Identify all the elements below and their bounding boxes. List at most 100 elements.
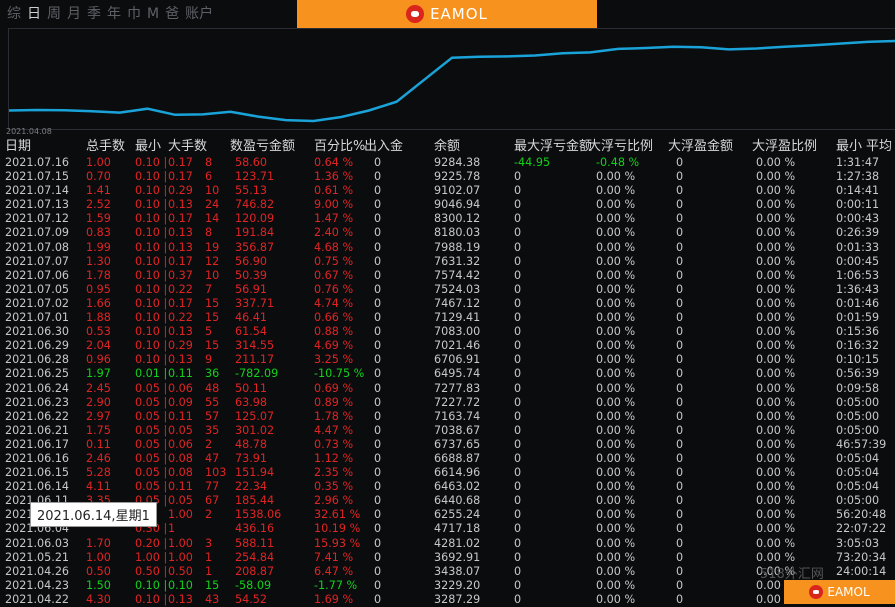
period-tab-0[interactable]: 综 xyxy=(4,4,24,24)
table-row[interactable]: 2021.07.14 1.41 0.10 | 0.29 10 55.13 0.61 % 0 91… xyxy=(0,184,895,198)
cell-1: 0.70 xyxy=(86,170,111,184)
table-row[interactable]: 2021.07.05 0.95 0.10 | 0.22 7 56.91 0.76 % 0 752… xyxy=(0,283,895,297)
table-row[interactable]: 2021.07.09 0.83 0.10 | 0.13 8 191.84 2.40 % 0 81… xyxy=(0,226,895,240)
cell-5: 73.91 xyxy=(235,451,268,465)
cell-12: 0.00 % xyxy=(756,296,796,310)
cell-11: 0 xyxy=(676,254,684,268)
cell-9: 0 xyxy=(514,522,522,536)
cell-8: 7631.32 xyxy=(434,254,481,268)
cell-6: 0.88 % xyxy=(314,325,354,339)
table-row[interactable]: 2021.06.29 2.04 0.10 | 0.29 15 314.55 4.69 % 0 7… xyxy=(0,339,895,353)
cell-10: 0.00 % xyxy=(596,508,636,522)
cell-0: 2021.07.16 xyxy=(5,156,70,169)
cell-8: 3287.29 xyxy=(434,592,481,606)
cell-5: 185.44 xyxy=(235,494,275,508)
period-tab-9[interactable]: 账户 xyxy=(182,4,216,24)
table-row[interactable]: 2021.07.15 0.70 0.10 | 0.17 6 123.71 1.36 % 0 92… xyxy=(0,170,895,184)
table-row[interactable]: 2021.06.30 0.53 0.10 | 0.13 5 61.54 0.88 % 0 708… xyxy=(0,325,895,339)
cell-2: 0.10 | xyxy=(135,240,168,254)
table-row[interactable]: 2021.06.23 2.90 0.05 | 0.09 55 63.98 0.89 % 0 72… xyxy=(0,396,895,410)
cell-1: 2.97 xyxy=(86,409,111,423)
cell-12: 0.00 % xyxy=(756,353,796,367)
table-row[interactable]: 2021.06.14 4.11 0.05 | 0.11 77 22.34 0.35 % 0 64… xyxy=(0,480,895,494)
col-header-11[interactable]: 大浮盈比例 xyxy=(752,139,817,155)
cell-7: 0 xyxy=(374,437,382,451)
table-row[interactable]: 2021.06.03 1.70 0.20 | 1.00 3 588.11 15.93 % 0 4… xyxy=(0,537,895,551)
col-header-1[interactable]: 总手数 xyxy=(86,139,125,155)
cell-0: 2021.07.06 xyxy=(5,268,70,282)
equity-chart[interactable] xyxy=(8,28,895,130)
table-row[interactable]: 2021.06.16 2.46 0.05 | 0.08 47 73.91 1.12 % 0 66… xyxy=(0,452,895,466)
cell-6: 3.25 % xyxy=(314,353,354,367)
col-header-3[interactable]: 大手数 xyxy=(168,139,207,155)
cell-2: 0.10 | xyxy=(135,311,168,325)
period-tab-5[interactable]: 年 xyxy=(104,4,124,24)
table-row[interactable]: 2021.07.08 1.99 0.10 | 0.13 19 356.87 4.68 % 0 7… xyxy=(0,241,895,255)
table-row[interactable]: 2021.06.15 5.28 0.05 | 0.08 103 151.94 2.35 % 0… xyxy=(0,466,895,480)
table-row[interactable]: 2021.06.28 0.96 0.10 | 0.13 9 211.17 3.25 % 0 67… xyxy=(0,353,895,367)
cell-7: 0 xyxy=(374,268,382,282)
cell-9: 0 xyxy=(514,466,522,480)
cell-3: 0.11 xyxy=(168,367,193,381)
table-row[interactable]: 2021.06.22 2.97 0.05 | 0.11 57 125.07 1.78 % 0 7… xyxy=(0,410,895,424)
cell-1: 1.00 xyxy=(86,550,111,564)
cell-13: 73:20:34 xyxy=(836,550,887,564)
table-row[interactable]: 2021.06.24 2.45 0.05 | 0.06 48 50.11 0.69 % 0 72… xyxy=(0,382,895,396)
cell-10: 0.00 % xyxy=(596,240,636,254)
period-tab-8[interactable]: 爸 xyxy=(162,4,182,24)
col-header-13[interactable]: 平均 xyxy=(866,139,892,155)
cell-0: 2021.04.23 xyxy=(5,578,70,592)
col-header-8[interactable]: 最大浮亏金额 xyxy=(514,139,592,155)
col-header-6[interactable]: 出入金 xyxy=(364,139,403,155)
cell-6: 15.93 % xyxy=(314,536,361,550)
cell-11: 0 xyxy=(676,339,684,353)
cell-10: 0.00 % xyxy=(596,451,636,465)
cell-11: 0 xyxy=(676,184,684,198)
period-tab-6[interactable]: 巾 xyxy=(124,4,144,24)
cell-5: 46.41 xyxy=(235,311,268,325)
table-row[interactable]: 2021.07.01 1.88 0.10 | 0.22 15 46.41 0.66 % 0 71… xyxy=(0,311,895,325)
col-header-9[interactable]: 大浮亏比例 xyxy=(588,139,653,155)
table-row[interactable]: 2021.07.02 1.66 0.10 | 0.17 15 337.71 4.74 % 0 7… xyxy=(0,297,895,311)
table-row[interactable]: 2021.07.07 1.30 0.10 | 0.17 12 56.90 0.75 % 0 76… xyxy=(0,255,895,269)
cell-6: 6.47 % xyxy=(314,564,354,578)
cell-8: 3692.91 xyxy=(434,550,481,564)
cell-5: 50.11 xyxy=(235,381,268,395)
col-header-4[interactable]: 数盈亏金额 xyxy=(230,139,295,155)
col-header-12[interactable]: 最小 xyxy=(836,139,862,155)
period-tab-4[interactable]: 季 xyxy=(84,4,104,24)
cell-4: 14 xyxy=(205,212,220,226)
cell-0: 2021.07.09 xyxy=(5,226,70,240)
col-header-10[interactable]: 大浮盈金额 xyxy=(668,139,733,155)
table-row[interactable]: 2021.04.22 4.30 0.10 | 0.13 43 54.52 1.69 % 0 32… xyxy=(0,593,895,607)
table-row[interactable]: 2021.06.25 1.97 0.01 | 0.11 36 -782.09 -10.75 … xyxy=(0,367,895,381)
cell-13: 0:56:39 xyxy=(836,367,880,381)
table-row[interactable]: 2021.07.16 1.00 0.10 | 0.17 8 58.60 0.64 % 0 928… xyxy=(0,156,895,170)
cell-10: 0.00 % xyxy=(596,564,636,578)
cell-2: 0.10 | xyxy=(135,578,168,592)
col-header-5[interactable]: 百分比% xyxy=(314,139,365,155)
cell-12: 0.00 % xyxy=(756,536,796,550)
cell-13: 0:05:00 xyxy=(836,395,880,409)
cell-8: 3438.07 xyxy=(434,564,481,578)
cell-8: 7988.19 xyxy=(434,240,481,254)
table-row[interactable]: 2021.06.21 1.75 0.05 | 0.05 35 301.02 4.47 % 0 7… xyxy=(0,424,895,438)
cell-11: 0 xyxy=(676,409,684,423)
table-row[interactable]: 2021.07.13 2.52 0.10 | 0.13 24 746.82 9.00 % 0 9… xyxy=(0,198,895,212)
period-tab-2[interactable]: 周 xyxy=(44,4,64,24)
cell-4: 24 xyxy=(205,198,220,212)
period-tab-7[interactable]: M xyxy=(144,4,162,24)
col-header-2[interactable]: 最小 xyxy=(135,139,161,155)
table-row[interactable]: 2021.07.12 1.59 0.10 | 0.17 14 120.09 1.47 % 0 8… xyxy=(0,212,895,226)
table-row[interactable]: 2021.07.06 1.78 0.10 | 0.37 10 50.39 0.67 % 0 75… xyxy=(0,269,895,283)
table-row[interactable]: 2021.06.17 0.11 0.05 | 0.06 2 48.78 0.73 % 0 673… xyxy=(0,438,895,452)
col-header-0[interactable]: 日期 xyxy=(5,139,31,155)
period-tab-3[interactable]: 月 xyxy=(64,4,84,24)
cell-13: 22:07:22 xyxy=(836,522,887,536)
cell-13: 0:05:04 xyxy=(836,466,880,480)
cell-6: 0.69 % xyxy=(314,381,354,395)
period-tab-1[interactable]: 日 xyxy=(24,4,44,24)
cell-12: 0.00 % xyxy=(756,170,796,184)
cell-8: 7129.41 xyxy=(434,311,481,325)
col-header-7[interactable]: 余额 xyxy=(434,139,460,155)
